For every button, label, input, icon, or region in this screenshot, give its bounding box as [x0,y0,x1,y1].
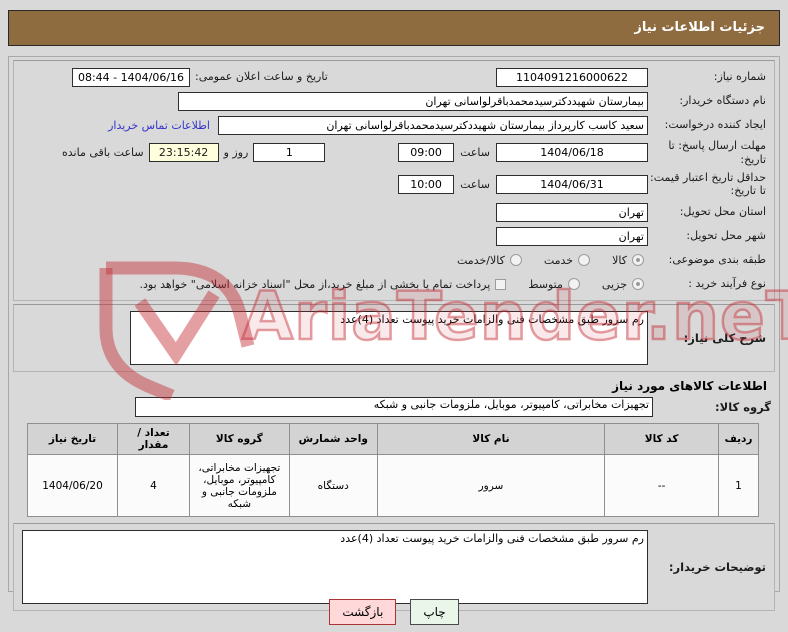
cell-date: 1404/06/20 [26,454,119,517]
price-validity-hour-label: ساعت [460,177,490,191]
price-validity-hour-input[interactable] [398,174,455,194]
classification-option-label: خدمت [543,253,574,267]
buyer-notes-box: توضیحات خریدار: رم سرور طبق مشخصات فنی و… [13,523,775,611]
price-validity-date-input[interactable] [496,174,648,194]
announce-datetime-group: تاریخ و ساعت اعلان عمومی: [72,67,328,87]
goods-group-label: گروه کالا: [715,399,771,414]
cell-unit: دستگاه [288,454,378,517]
response-deadline-hour-input[interactable] [398,143,455,163]
row-buyer-notes: توضیحات خریدار: رم سرور طبق مشخصات فنی و… [20,528,768,606]
radio-icon[interactable] [567,278,580,290]
classification-options: کالا خدمت کالا/خدمت [457,254,644,267]
classification-option-label: کالا/خدمت [457,253,505,267]
remaining-days-input[interactable] [253,143,326,163]
classification-label: طبقه بندی موضوعی: [668,253,766,267]
row-price-validity: حداقل تاریخ اعتبار قیمت: تا تاریخ: ساعت [20,169,768,201]
col-header-group: گروه کالا [188,423,290,455]
process-type-option-jozii[interactable]: جزیی [602,278,644,291]
row-city: شهر محل تحویل: [20,224,768,248]
col-header-unit: واحد شمارش [288,423,378,455]
remaining-suffix-label: ساعت باقی مانده [62,146,144,160]
buyer-contact-link[interactable]: اطلاعات تماس خریدار [108,119,210,132]
cell-code: -- [604,454,720,517]
goods-section: اطلاعات کالاهای مورد نیاز گروه کالا: تجه… [13,375,775,517]
classification-option-kala[interactable]: کالا [612,254,644,267]
process-type-option-motevaset[interactable]: متوسط [528,278,580,291]
col-header-date: تاریخ نیاز [26,423,119,455]
row-process-type: نوع فرآیند خرید : جزیی متوسط پرداخت تمام… [20,272,768,296]
details-panel: شماره نیاز: تاریخ و ساعت اعلان عمومی: نا… [8,56,780,611]
cell-qty: 4 [117,454,190,517]
remaining-time-group: روز و 23:15:42 ساعت باقی مانده [62,143,326,163]
row-response-deadline: مهلت ارسال پاسخ: تا تاریخ: ساعت روز و 23… [20,137,768,169]
row-request-creator: ایجاد کننده درخواست: اطلاعات تماس خریدار [20,113,768,137]
treasury-checkbox-option[interactable]: پرداخت تمام یا بخشی از مبلغ خرید،از محل … [140,278,507,291]
print-button[interactable]: چاپ [410,599,459,625]
province-input[interactable] [496,202,648,222]
remaining-days-label: روز و [223,146,249,160]
buyer-name-label: نام دستگاه خریدار: [679,94,766,108]
cell-name: سرور [376,454,606,517]
price-validity-label: حداقل تاریخ اعتبار قیمت: تا تاریخ: [650,170,766,198]
cell-radif: 1 [718,454,759,517]
fields-box: شماره نیاز: تاریخ و ساعت اعلان عمومی: نا… [13,60,775,301]
classification-option-kala-khedmat[interactable]: کالا/خدمت [457,254,522,267]
general-desc-box: شرح کلی نیاز: رم سرور طبق مشخصات فنی وال… [13,304,775,372]
row-need-number: شماره نیاز: تاریخ و ساعت اعلان عمومی: [20,65,768,89]
request-creator-label: ایجاد کننده درخواست: [664,118,766,132]
row-province: استان محل تحویل: [20,200,768,224]
response-deadline-date-input[interactable] [496,143,648,163]
col-header-radif: ردیف [718,423,759,455]
radio-icon[interactable] [578,254,591,266]
request-creator-input[interactable] [218,115,648,135]
general-desc-label: شرح کلی نیاز: [683,330,766,345]
classification-option-khedmat[interactable]: خدمت [543,253,591,267]
row-buyer-name: نام دستگاه خریدار: [20,89,768,113]
radio-icon[interactable] [632,278,644,290]
process-type-label: نوع فرآیند خرید : [688,277,766,291]
city-label: شهر محل تحویل: [686,229,766,243]
back-button[interactable]: بازگشت [329,599,397,625]
buyer-notes-textarea[interactable]: رم سرور طبق مشخصات فنی والزامات خرید پیو… [22,530,648,604]
radio-icon[interactable] [632,254,644,266]
page-title: جزئیات اطلاعات نیاز [8,10,780,46]
process-type-option-label: متوسط [528,277,563,291]
goods-table: ردیف کد کالا نام کالا واحد شمارش گروه کا… [26,423,759,517]
cell-group: تجهیزات مخابراتی، کامپیوتر، موبایل، ملزو… [188,454,290,517]
process-type-option-label: جزیی [601,277,627,291]
remaining-countdown: 23:15:42 [148,143,219,163]
response-deadline-label: مهلت ارسال پاسخ: تا تاریخ: [668,139,766,166]
col-header-code: کد کالا [604,423,720,455]
goods-table-header-row: ردیف کد کالا نام کالا واحد شمارش گروه کا… [26,423,759,455]
process-type-options: جزیی متوسط پرداخت تمام یا بخشی از مبلغ خ… [140,278,644,291]
goods-group-input[interactable]: تجهیزات مخابراتی، کامپیوتر، موبایل، ملزو… [135,397,653,417]
need-number-input[interactable] [496,67,648,87]
buyer-name-input[interactable] [178,91,648,111]
col-header-qty: تعداد / مقدار [117,423,190,455]
announce-datetime-label: تاریخ و ساعت اعلان عمومی: [195,70,328,84]
checkbox-icon[interactable] [495,278,507,290]
response-deadline-hour-label: ساعت [460,146,490,160]
row-goods-group: گروه کالا: تجهیزات مخابراتی، کامپیوتر، م… [15,395,773,419]
need-number-label: شماره نیاز: [713,70,766,84]
general-desc-textarea[interactable]: رم سرور طبق مشخصات فنی والزامات خرید پیو… [130,311,648,365]
row-general-desc: شرح کلی نیاز: رم سرور طبق مشخصات فنی وال… [20,309,768,367]
row-classification: طبقه بندی موضوعی: کالا خدمت کالا/خدمت [20,248,768,272]
province-label: استان محل تحویل: [679,205,766,219]
radio-icon[interactable] [509,254,522,266]
city-input[interactable] [496,226,648,246]
goods-section-header: اطلاعات کالاهای مورد نیاز [612,379,767,393]
announce-datetime-input[interactable] [72,67,190,87]
classification-option-label: کالا [612,253,627,267]
col-header-name: نام کالا [376,423,606,455]
table-row: 1 -- سرور دستگاه تجهیزات مخابراتی، کامپی… [26,454,759,517]
buyer-notes-label: توضیحات خریدار: [668,559,766,574]
treasury-note: پرداخت تمام یا بخشی از مبلغ خرید،از محل … [139,277,491,291]
